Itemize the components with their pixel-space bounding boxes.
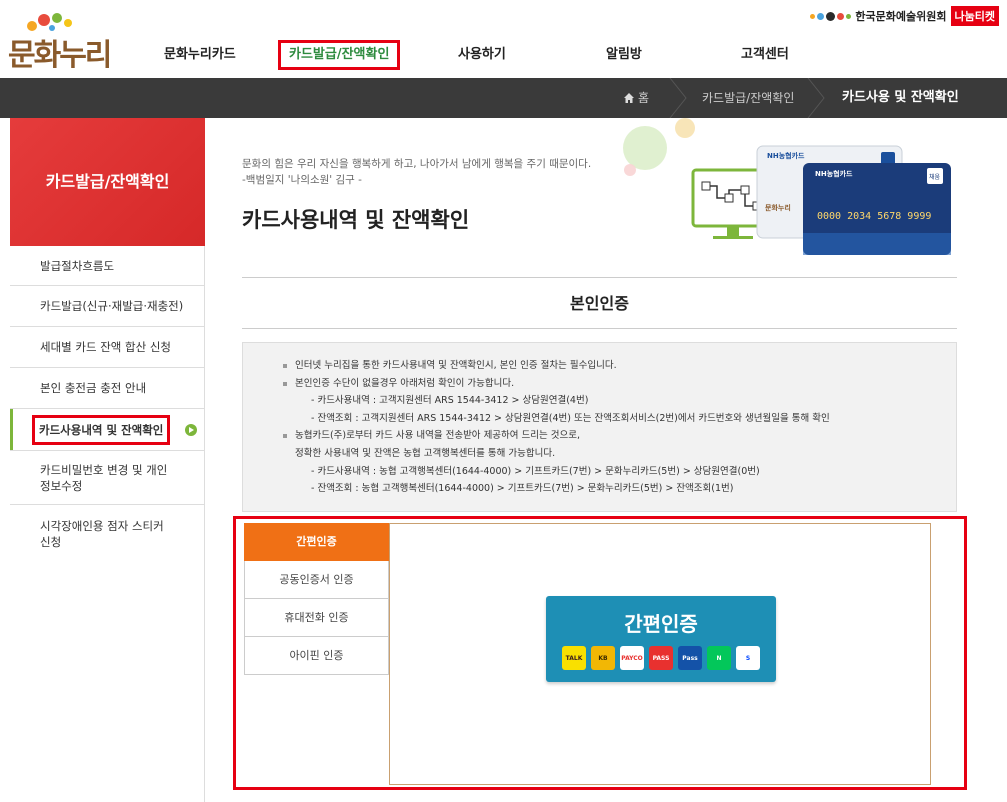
header: 문화누리 문화누리카드 카드발급/잔액확인 사용하기 알림방 고객센터 한국문화… <box>0 0 1007 78</box>
breadcrumb-separator-icon <box>807 78 825 118</box>
sidebar-title: 카드발급/잔액확인 <box>10 118 205 246</box>
naver-icon: N <box>707 646 731 670</box>
page-title: 카드사용내역 및 잔액확인 <box>242 208 470 232</box>
gnb-item-culture-card[interactable]: 문화누리카드 <box>164 40 236 70</box>
easy-auth-title: 간편인증 <box>624 612 698 636</box>
sidebar-item-household-balance[interactable]: 세대별 카드 잔액 합산 신청 <box>10 327 205 368</box>
notice-line: 인터넷 누리집을 통한 카드사용내역 및 잔액확인시, 본인 인증 절차는 필수… <box>283 357 956 375</box>
tab-easy-auth[interactable]: 간편인증 <box>244 523 389 561</box>
tab-phone-auth[interactable]: 휴대전화 인증 <box>244 599 389 637</box>
logo[interactable]: 문화누리 <box>8 8 112 73</box>
sidebar-list: 발급절차흐름도 카드발급(신규·재발급·재충전) 세대별 카드 잔액 합산 신청… <box>10 246 205 563</box>
kb-icon: KB <box>591 646 615 670</box>
card-brand-front-text: NH농협카드 <box>815 169 853 178</box>
breadcrumb-home[interactable]: 홈 <box>638 78 649 118</box>
notice-line: 정확한 사용내역 및 잔액은 농협 고객행복센터를 통해 가능합니다. <box>295 447 556 459</box>
tab-ipin-auth[interactable]: 아이핀 인증 <box>244 637 389 675</box>
sidebar-item-label: 카드발급(신규·재발급·재충전) <box>40 299 184 313</box>
org-banner[interactable]: 한국문화예술위원회 나눔티켓 <box>810 6 999 26</box>
auth-section: 간편인증 공동인증서 인증 휴대전화 인증 아이핀 인증 간편인증 TALK K… <box>233 516 967 790</box>
kakao-icon: TALK <box>562 646 586 670</box>
notice-line: 본인인증 수단이 없을경우 아래처럼 확인이 가능합니다. <box>283 375 956 393</box>
gnb-item-notice[interactable]: 알림방 <box>606 40 642 70</box>
sidebar-item-self-charge[interactable]: 본인 충전금 충전 안내 <box>10 368 205 409</box>
sidebar-item-braille-sticker[interactable]: 시각장애인용 점자 스티커 신청 <box>10 505 205 563</box>
breadcrumb-level1[interactable]: 카드발급/잔액확인 <box>702 78 794 118</box>
main-content: 문화의 힘은 우리 자신을 행복하게 하고, 나아가서 남에게 행복을 주기 때… <box>205 118 1007 802</box>
sidebar-item-label: 발급절차흐름도 <box>40 258 115 273</box>
org-name: 한국문화예술위원회 <box>855 10 947 23</box>
gnb-item-card-issue[interactable]: 카드발급/잔액확인 <box>278 40 401 70</box>
page: 문화누리 문화누리카드 카드발급/잔액확인 사용하기 알림방 고객센터 한국문화… <box>0 0 1007 802</box>
breadcrumb: 홈 카드발급/잔액확인 카드사용 및 잔액확인 <box>0 78 1007 118</box>
sidebar-item-usage-balance[interactable]: 카드사용내역 및 잔액확인 <box>10 409 205 451</box>
quote-line: 문화의 힘은 우리 자신을 행복하게 하고, 나아가서 남에게 행복을 주기 때… <box>242 158 592 170</box>
auth-tabs: 간편인증 공동인증서 인증 휴대전화 인증 아이핀 인증 <box>244 523 389 675</box>
auth-panel: 간편인증 TALK KB PAYCO PASS Pass N S <box>389 523 931 785</box>
easy-auth-providers: TALK KB PAYCO PASS Pass N S <box>562 646 760 670</box>
home-icon[interactable] <box>624 93 634 103</box>
sidebar-title-text: 카드발급/잔액확인 <box>45 172 170 191</box>
notice-line: - 카드사용내역 : 고객지원센터 ARS 1544-3412 > 상담원연결(… <box>311 395 589 407</box>
sidebar-item-issue-flow[interactable]: 발급절차흐름도 <box>10 246 205 286</box>
sidebar-item-label: 카드사용내역 및 잔액확인 <box>32 414 171 445</box>
gnb-item-support[interactable]: 고객센터 <box>741 40 789 70</box>
card-number-text: 0000 2034 5678 9999 <box>817 211 931 222</box>
divider <box>242 328 957 329</box>
card-brand-text: NH농협카드 <box>767 151 805 160</box>
logo-dots-icon <box>27 13 72 31</box>
hero-illustration: NH농협카드 문화누리 NH농협카드 채움 0000 2034 5678 999… <box>623 118 951 255</box>
shinhan-icon: S <box>736 646 760 670</box>
gnb-item-usage[interactable]: 사용하기 <box>458 40 506 70</box>
sidebar: 카드발급/잔액확인 발급절차흐름도 카드발급(신규·재발급·재충전) 세대별 카… <box>10 118 205 802</box>
arrow-right-icon <box>185 423 197 436</box>
sidebar-item-label: 카드비밀번호 변경 및 개인 정보수정 <box>40 462 168 493</box>
sidebar-item-label: 본인 충전금 충전 안내 <box>40 381 147 395</box>
easy-auth-button[interactable]: 간편인증 TALK KB PAYCO PASS Pass N S <box>546 596 776 682</box>
sidebar-item-label: 시각장애인용 점자 스티커 신청 <box>40 519 164 549</box>
payco-icon: PAYCO <box>620 646 644 670</box>
org-logo-icon <box>810 11 852 21</box>
section-title: 본인인증 <box>570 294 629 313</box>
divider <box>242 277 957 278</box>
tab-certificate-auth[interactable]: 공동인증서 인증 <box>244 561 389 599</box>
pass-icon: PASS <box>649 646 673 670</box>
card-logo-text: 문화누리 <box>765 203 791 212</box>
sidebar-item-password-change[interactable]: 카드비밀번호 변경 및 개인 정보수정 <box>10 451 205 505</box>
sidebar-item-card-issue[interactable]: 카드발급(신규·재발급·재충전) <box>10 286 205 327</box>
samsung-pass-icon: Pass <box>678 646 702 670</box>
card-front-icon: NH농협카드 채움 0000 2034 5678 9999 <box>803 163 951 255</box>
breadcrumb-separator-icon <box>669 78 687 118</box>
notice-line: - 잔액조회 : 농협 고객행복센터(1644-4000) > 기프트카드(7번… <box>311 483 734 495</box>
global-nav: 문화누리카드 카드발급/잔액확인 사용하기 알림방 고객센터 <box>140 40 840 70</box>
nanum-ticket-badge[interactable]: 나눔티켓 <box>950 6 999 26</box>
logo-text: 문화누리 <box>8 38 112 73</box>
quote: 문화의 힘은 우리 자신을 행복하게 하고, 나아가서 남에게 행복을 주기 때… <box>242 156 591 188</box>
notice-line: - 카드사용내역 : 농협 고객행복센터(1644-4000) > 기프트카드(… <box>311 465 760 477</box>
notice-box: 인터넷 누리집을 통한 카드사용내역 및 잔액확인시, 본인 인증 절차는 필수… <box>242 342 957 512</box>
notice-line: 농협카드(주)로부터 카드 사용 내역을 전송받아 제공하여 드리는 것으로, <box>283 427 956 445</box>
breadcrumb-current[interactable]: 카드사용 및 잔액확인 <box>842 78 959 118</box>
notice-line: - 잔액조회 : 고객지원센터 ARS 1544-3412 > 상담원연결(4번… <box>311 412 830 424</box>
card-badge-text: 채움 <box>929 173 941 181</box>
quote-author: -백범일지 '나의소원' 김구 - <box>242 174 362 186</box>
sidebar-item-label: 세대별 카드 잔액 합산 신청 <box>40 340 172 354</box>
